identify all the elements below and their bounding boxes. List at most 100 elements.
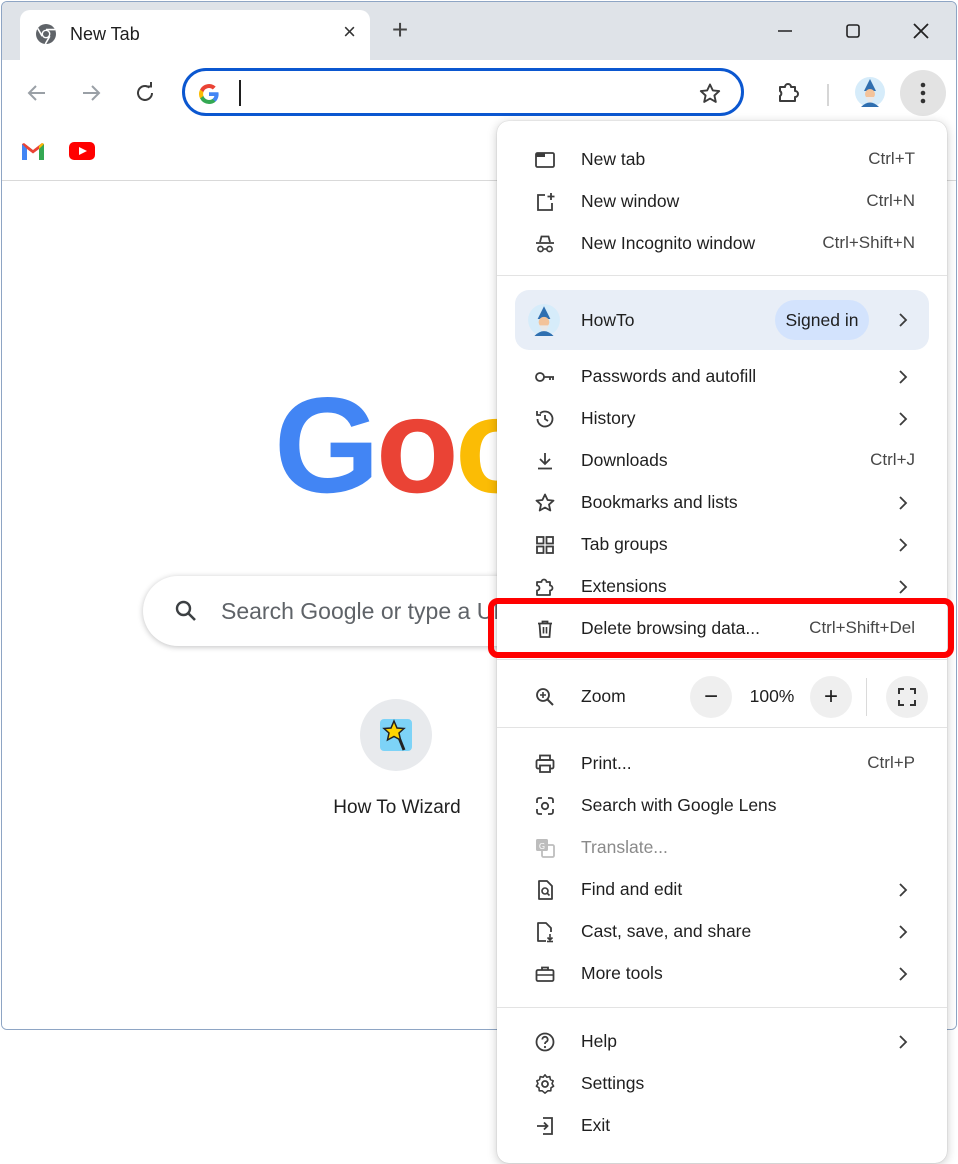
chevron-right-icon — [893, 880, 913, 900]
menu-item-label: Search with Google Lens — [581, 795, 777, 815]
menu-item-label: Downloads — [581, 450, 668, 470]
zoom-out-button[interactable]: − — [690, 676, 732, 718]
highlight-annotation — [488, 598, 954, 658]
menu-kebab-button[interactable] — [900, 70, 946, 116]
lens-icon — [533, 794, 557, 818]
google-g-icon — [197, 82, 221, 106]
menu-item-label: Bookmarks and lists — [581, 492, 738, 512]
back-arrow-icon[interactable] — [22, 78, 52, 108]
gear-icon — [533, 1072, 557, 1096]
menu-item-new-incognito-window[interactable]: New Incognito window Ctrl+Shift+N — [497, 223, 947, 265]
toolbar-divider — [827, 84, 829, 106]
logo-letter: o — [375, 369, 459, 521]
menu-item-passwords-and-autofill[interactable]: Passwords and autofill — [497, 356, 947, 398]
star-icon — [533, 491, 557, 515]
menu-item-tab-groups[interactable]: Tab groups — [497, 524, 947, 566]
toolbox-icon — [533, 962, 557, 986]
history-icon — [533, 407, 557, 431]
reload-icon[interactable] — [130, 78, 160, 108]
shortcut-label: How To Wizard — [333, 797, 461, 818]
shortcut-how-to-wizard[interactable] — [360, 699, 432, 771]
chevron-right-icon — [893, 493, 913, 513]
menu-item-label: Print... — [581, 753, 632, 773]
menu-item-help[interactable]: Help — [497, 1021, 947, 1063]
menu-item-downloads[interactable]: Downloads Ctrl+J — [497, 440, 947, 482]
toolbar — [2, 60, 956, 124]
menu-item-find-and-edit[interactable]: Find and edit — [497, 869, 947, 911]
menu-separator — [497, 659, 947, 660]
menu-separator — [497, 1007, 947, 1008]
close-window-icon[interactable] — [906, 16, 936, 46]
chrome-icon — [34, 22, 58, 46]
chevron-right-icon — [893, 964, 913, 984]
zoom-level: 100% — [749, 686, 795, 706]
menu-item-label: Tab groups — [581, 534, 668, 554]
svg-text:G: G — [539, 842, 545, 851]
menu-item-new-tab[interactable]: New tab Ctrl+T — [497, 139, 947, 181]
address-input[interactable] — [245, 77, 689, 111]
zoom-icon — [533, 685, 557, 709]
bookmark-star-icon[interactable] — [697, 81, 723, 107]
chevron-right-icon — [893, 535, 913, 555]
menu-item-label: New window — [581, 191, 680, 211]
chevron-right-icon — [893, 1032, 913, 1052]
chevron-right-icon — [893, 310, 913, 330]
gmail-icon[interactable] — [20, 140, 46, 162]
print-icon — [533, 752, 557, 776]
tab-strip: New Tab × + — [2, 2, 956, 60]
chevron-right-icon — [893, 577, 913, 597]
menu-item-label: Passwords and autofill — [581, 366, 757, 386]
address-bar[interactable] — [182, 68, 744, 116]
menu-item-more-tools[interactable]: More tools — [497, 953, 947, 995]
help-icon — [533, 1030, 557, 1054]
tab-new-tab[interactable]: New Tab × — [20, 10, 370, 60]
menu-item-label: New tab — [581, 149, 646, 169]
menu-item-settings[interactable]: Settings — [497, 1063, 947, 1105]
menu-item-search-with-google-lens[interactable]: Search with Google Lens — [497, 785, 947, 827]
menu-profile-row[interactable]: HowTo Signed in — [515, 290, 929, 350]
tab-close-icon[interactable]: × — [343, 20, 356, 44]
menu-item-print[interactable]: Print... Ctrl+P — [497, 743, 947, 785]
key-icon — [533, 365, 557, 389]
menu-item-shortcut: Ctrl+T — [868, 149, 915, 168]
tab-title: New Tab — [70, 24, 140, 44]
menu-item-label: Translate... — [581, 837, 668, 857]
new-tab-button[interactable]: + — [386, 16, 414, 44]
fullscreen-icon — [898, 688, 916, 706]
menu-item-translate: G Translate... — [497, 827, 947, 869]
menu-item-cast-save-and-share[interactable]: Cast, save, and share — [497, 911, 947, 953]
profile-avatar-icon — [527, 303, 561, 337]
logo-letter: G — [274, 369, 380, 521]
kebab-icon — [920, 82, 926, 104]
extension-icon — [533, 575, 557, 599]
menu-item-label: History — [581, 408, 636, 428]
download-icon — [533, 449, 557, 473]
wizard-wand-icon — [378, 717, 414, 753]
fullscreen-button[interactable] — [886, 676, 928, 718]
menu-item-shortcut: Ctrl+Shift+N — [822, 233, 915, 252]
extensions-puzzle-icon[interactable] — [774, 77, 804, 107]
menu-item-bookmarks-and-lists[interactable]: Bookmarks and lists — [497, 482, 947, 524]
zoom-label: Zoom — [581, 686, 626, 706]
find-icon — [533, 878, 557, 902]
menu-separator — [497, 275, 947, 276]
zoom-in-button[interactable]: + — [810, 676, 852, 718]
chevron-right-icon — [893, 409, 913, 429]
profile-avatar-icon[interactable] — [854, 76, 886, 108]
maximize-icon[interactable] — [838, 16, 868, 46]
menu-item-label: Find and edit — [581, 879, 683, 899]
chevron-right-icon — [893, 922, 913, 942]
incognito-icon — [533, 232, 557, 256]
minimize-icon[interactable] — [770, 16, 800, 46]
menu-item-new-window[interactable]: New window Ctrl+N — [497, 181, 947, 223]
cast-save-icon — [533, 920, 557, 944]
exit-icon — [533, 1114, 557, 1138]
menu-item-exit[interactable]: Exit — [497, 1105, 947, 1147]
search-icon — [173, 598, 199, 624]
menu-item-shortcut: Ctrl+J — [870, 450, 915, 469]
youtube-icon[interactable] — [68, 140, 96, 162]
forward-arrow-icon[interactable] — [76, 78, 106, 108]
menu-item-history[interactable]: History — [497, 398, 947, 440]
chevron-right-icon — [893, 367, 913, 387]
translate-icon: G — [533, 836, 557, 860]
